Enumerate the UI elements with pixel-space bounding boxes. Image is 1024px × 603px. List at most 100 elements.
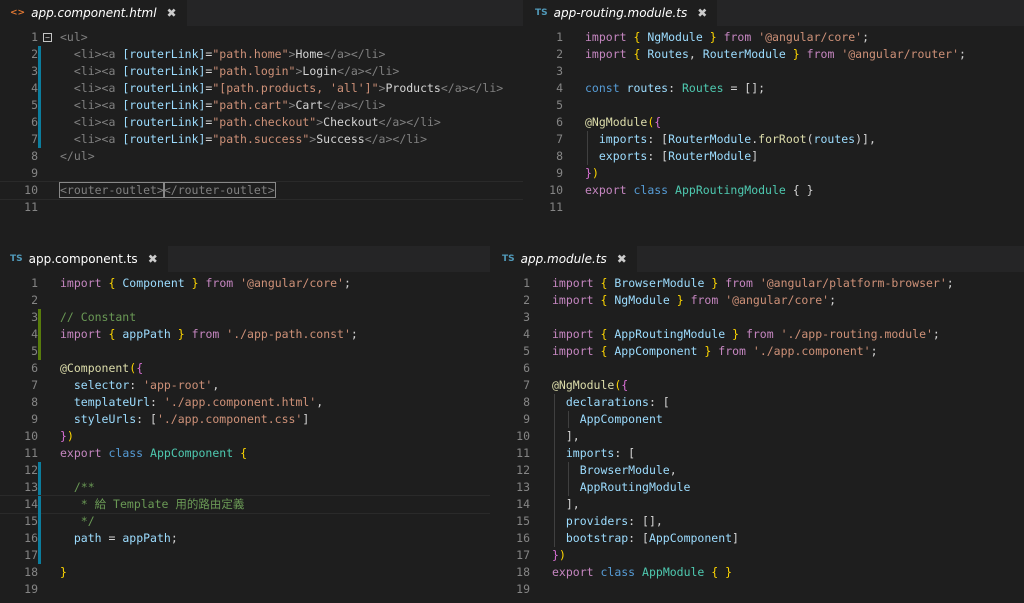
code-editor[interactable]: 1− <ul> 2 <li><a [routerLink]="path.home"… — [0, 26, 523, 216]
line-number: 19 — [516, 582, 530, 596]
code-line: 11 export class AppComponent { — [0, 445, 490, 462]
gutter — [530, 428, 552, 445]
editor-pane-app-routing-module-ts[interactable]: TS app-routing.module.ts ✖ 1 import { NgM… — [525, 0, 1024, 240]
line-number: 11 — [24, 200, 38, 214]
code-text: templateUrl: './app.component.html', — [73, 395, 324, 409]
code-text: ], — [552, 496, 580, 513]
code-text: exports: [RouterModule] — [585, 148, 1024, 165]
gutter — [38, 97, 60, 114]
line-number: 6 — [523, 361, 530, 375]
close-icon[interactable]: ✖ — [697, 6, 707, 20]
tab-bar: TS app.module.ts ✖ — [492, 246, 1024, 272]
code-line: 7 @NgModule({ — [492, 377, 1024, 394]
line-number: 4 — [523, 327, 530, 341]
close-icon[interactable]: ✖ — [617, 252, 627, 266]
code-line: 12 — [0, 462, 490, 479]
editor-pane-app-module-ts[interactable]: TS app.module.ts ✖ 1 import { BrowserModu… — [492, 246, 1024, 603]
typescript-file-icon: TS — [535, 8, 548, 18]
code-text: <router-outlet></router-outlet> — [59, 182, 276, 198]
gutter — [563, 165, 585, 182]
line-number: 5 — [556, 98, 563, 112]
gutter — [530, 292, 552, 309]
gutter — [38, 564, 60, 581]
gutter — [530, 479, 552, 496]
code-text: ], — [552, 428, 580, 445]
close-icon[interactable]: ✖ — [148, 252, 158, 266]
typescript-file-icon: TS — [10, 254, 23, 264]
tab-bar: TS app.component.ts ✖ — [0, 246, 490, 272]
code-text: providers: [], — [552, 513, 1024, 530]
gutter — [38, 581, 60, 598]
code-line: 6 <li><a [routerLink]="path.checkout">Ch… — [0, 114, 523, 131]
code-line: 1 import { BrowserModule } from '@angular… — [492, 275, 1024, 292]
code-line: 19 — [492, 581, 1024, 598]
code-line: 10}) — [0, 428, 490, 445]
code-editor[interactable]: 1 import { NgModule } from '@angular/core… — [525, 26, 1024, 216]
line-number: 3 — [556, 64, 563, 78]
line-number: 7 — [31, 132, 38, 146]
line-number: 11 — [24, 446, 38, 460]
code-line: 16 bootstrap: [AppComponent] — [492, 530, 1024, 547]
gutter — [38, 165, 60, 182]
code-line: 1 import { Component } from '@angular/cor… — [0, 275, 490, 292]
code-editor[interactable]: 1 import { BrowserModule } from '@angular… — [492, 272, 1024, 598]
code-line: 9 styleUrls: ['./app.component.css'] — [0, 411, 490, 428]
gutter — [530, 394, 552, 411]
code-line: 7 <li><a [routerLink]="path.success">Suc… — [0, 131, 523, 148]
gutter — [38, 377, 60, 394]
gutter — [530, 411, 552, 428]
line-number: 9 — [556, 166, 563, 180]
code-line: 5 — [525, 97, 1024, 114]
tab-app-component-html[interactable]: <> app.component.html ✖ — [0, 0, 187, 26]
code-text: import { Routes, RouterModule } from '@a… — [585, 47, 966, 61]
editor-pane-app-component-ts[interactable]: TS app.component.ts ✖ 1 import { Componen… — [0, 246, 490, 603]
code-line: 13 AppRoutingModule — [492, 479, 1024, 496]
editor-pane-app-component-html[interactable]: <> app.component.html ✖ 1− <ul> 2 <li><a … — [0, 0, 523, 240]
code-line: 2 <li><a [routerLink]="path.home">Home</… — [0, 46, 523, 63]
code-editor[interactable]: 1 import { Component } from '@angular/cor… — [0, 272, 490, 598]
line-number: 3 — [31, 310, 38, 324]
gutter — [530, 309, 552, 326]
code-line: 15 */ — [0, 513, 490, 530]
code-text: selector: 'app-root', — [73, 378, 220, 392]
gutter — [563, 182, 585, 199]
code-text: import { appPath } from './app-path.cons… — [60, 327, 358, 341]
line-number: 8 — [31, 395, 38, 409]
gutter — [38, 445, 60, 462]
tab-app-module-ts[interactable]: TS app.module.ts ✖ — [492, 246, 637, 272]
gutter — [530, 581, 552, 598]
tab-label: app-routing.module.ts — [553, 6, 688, 20]
code-line: 2 — [0, 292, 490, 309]
code-text: <li><a [routerLink]="path.login">Login</… — [73, 64, 400, 78]
line-number: 10 — [516, 429, 530, 443]
line-number: 7 — [31, 378, 38, 392]
code-line: 9}) — [525, 165, 1024, 182]
line-number: 10 — [24, 183, 38, 197]
gutter — [530, 547, 552, 564]
code-line: 17 — [0, 547, 490, 564]
code-line: 3 <li><a [routerLink]="path.login">Login… — [0, 63, 523, 80]
code-line: 15 providers: [], — [492, 513, 1024, 530]
tab-label: app.component.html — [31, 6, 157, 20]
code-text: /** — [73, 480, 95, 494]
code-line: 7 imports: [RouterModule.forRoot(routes)… — [525, 131, 1024, 148]
gutter — [563, 131, 585, 148]
tab-app-routing-module-ts[interactable]: TS app-routing.module.ts ✖ — [525, 0, 718, 26]
tab-app-component-ts[interactable]: TS app.component.ts ✖ — [0, 246, 168, 272]
line-number: 7 — [556, 132, 563, 146]
line-number: 2 — [523, 293, 530, 307]
close-icon[interactable]: ✖ — [167, 6, 177, 20]
code-text: <li><a [routerLink]="path.cart">Cart</a>… — [73, 98, 386, 112]
code-text: imports: [RouterModule.forRoot(routes)], — [585, 131, 1024, 148]
gutter — [38, 131, 60, 148]
code-line: 11 — [525, 199, 1024, 216]
fold-collapse-icon[interactable]: − — [43, 33, 52, 42]
code-line: 5 — [0, 343, 490, 360]
gutter — [563, 199, 585, 216]
